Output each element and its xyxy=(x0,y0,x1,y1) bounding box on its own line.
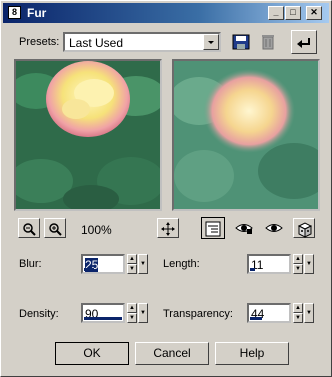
auto-proof-button[interactable] xyxy=(263,218,285,238)
blur-dropdown-icon[interactable]: ▼ xyxy=(138,254,148,274)
reset-button[interactable] xyxy=(291,30,317,54)
zoom-out-icon xyxy=(23,223,36,236)
save-preset-button[interactable] xyxy=(229,31,253,53)
result-preview[interactable] xyxy=(172,59,320,211)
blur-up-icon[interactable]: ▲ xyxy=(127,254,137,264)
length-dropdown-icon[interactable]: ▼ xyxy=(304,254,314,274)
density-input[interactable]: 90 xyxy=(81,303,125,323)
close-icon: ✕ xyxy=(310,7,318,17)
title-bar[interactable]: 8 Fur _ □ ✕ xyxy=(3,3,329,23)
auto-proof-icon xyxy=(265,224,283,232)
presets-label: Presets: xyxy=(19,36,60,48)
zoom-in-button[interactable] xyxy=(44,218,66,238)
save-preset-icon xyxy=(232,34,250,50)
length-updown[interactable]: ▲ ▼ xyxy=(293,254,303,274)
blur-updown[interactable]: ▲ ▼ xyxy=(127,254,137,274)
transparency-down-icon[interactable]: ▼ xyxy=(293,313,303,323)
density-label: Density: xyxy=(19,308,59,320)
density-dropdown-icon[interactable]: ▼ xyxy=(138,303,148,323)
original-preview[interactable] xyxy=(14,59,162,211)
transparency-slider-bar xyxy=(250,317,262,320)
cancel-button[interactable]: Cancel xyxy=(135,342,209,365)
density-spinbox[interactable]: 90 ▲ ▼ ▼ xyxy=(81,303,149,323)
pan-button[interactable] xyxy=(157,218,179,238)
length-up-icon[interactable]: ▲ xyxy=(293,254,303,264)
preview-toggle-icon xyxy=(205,221,221,237)
delete-preset-button[interactable] xyxy=(256,31,280,53)
presets-value: Last Used xyxy=(69,36,124,50)
blur-spinbox[interactable]: 25 ▲ ▼ ▼ xyxy=(81,254,149,274)
transparency-updown[interactable]: ▲ ▼ xyxy=(293,303,303,323)
randomize-button[interactable] xyxy=(293,218,315,238)
presets-dropdown[interactable]: Last Used xyxy=(63,32,221,52)
minimize-icon: _ xyxy=(273,7,279,17)
transparency-input[interactable]: 44 xyxy=(247,303,291,323)
density-down-icon[interactable]: ▼ xyxy=(127,313,137,323)
transparency-up-icon[interactable]: ▲ xyxy=(293,303,303,313)
help-button[interactable]: Help xyxy=(215,342,289,365)
maximize-icon: □ xyxy=(290,7,296,17)
window-title: Fur xyxy=(27,6,47,20)
preview-toggle-button[interactable] xyxy=(201,217,225,239)
proof-icon xyxy=(235,224,253,234)
length-slider-bar xyxy=(250,268,255,271)
proof-button[interactable] xyxy=(233,218,255,238)
length-spinbox[interactable]: 11 ▲ ▼ ▼ xyxy=(247,254,315,274)
blur-label: Blur: xyxy=(19,258,42,270)
randomize-icon xyxy=(297,222,312,238)
transparency-label: Transparency: xyxy=(163,308,233,320)
maximize-button[interactable]: □ xyxy=(285,6,301,20)
fur-preview-image xyxy=(174,61,318,209)
zoom-level: 100% xyxy=(81,223,112,237)
zoom-in-icon xyxy=(49,223,62,236)
length-down-icon[interactable]: ▼ xyxy=(293,264,303,274)
density-slider-bar xyxy=(84,317,122,320)
blur-down-icon[interactable]: ▼ xyxy=(127,264,137,274)
fur-dialog: 8 Fur _ □ ✕ Presets: Last Used 100% Blur… xyxy=(0,0,332,377)
density-updown[interactable]: ▲ ▼ xyxy=(127,303,137,323)
delete-preset-icon xyxy=(262,35,274,50)
chevron-down-icon[interactable] xyxy=(203,34,219,50)
transparency-dropdown-icon[interactable]: ▼ xyxy=(304,303,314,323)
reset-icon xyxy=(297,38,310,48)
app-icon[interactable]: 8 xyxy=(8,6,21,19)
pan-icon xyxy=(161,222,175,236)
blur-slider-bar xyxy=(84,268,94,271)
zoom-out-button[interactable] xyxy=(18,218,40,238)
ok-button[interactable]: OK xyxy=(55,342,129,365)
density-up-icon[interactable]: ▲ xyxy=(127,303,137,313)
close-button[interactable]: ✕ xyxy=(306,6,322,20)
transparency-spinbox[interactable]: 44 ▲ ▼ ▼ xyxy=(247,303,315,323)
minimize-button[interactable]: _ xyxy=(268,6,284,20)
length-label: Length: xyxy=(163,258,200,270)
blur-input[interactable]: 25 xyxy=(81,254,125,274)
rose-image xyxy=(16,61,160,209)
length-input[interactable]: 11 xyxy=(247,254,291,274)
